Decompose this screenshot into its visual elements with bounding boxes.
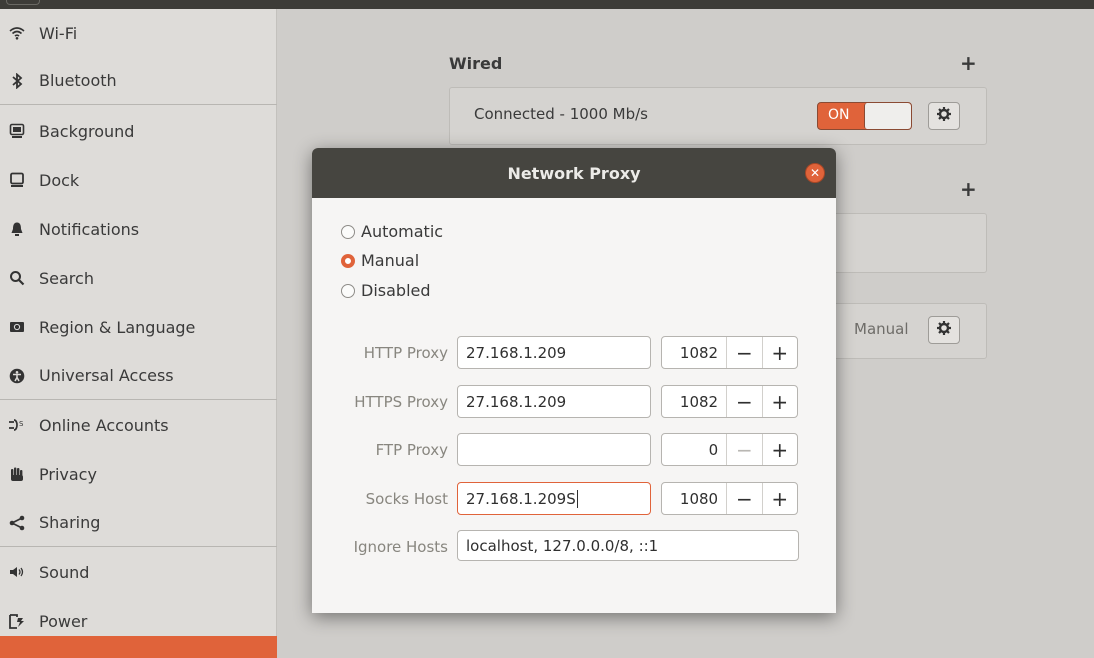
radio-circle: [341, 283, 355, 298]
http-port-stepper[interactable]: 1082 − +: [661, 336, 798, 369]
radio-label: Manual: [361, 251, 420, 270]
power-icon: [6, 611, 28, 631]
search-icon: [6, 268, 28, 288]
window-handle: [6, 0, 40, 5]
sidebar-item-label: Bluetooth: [39, 71, 117, 90]
settings-sidebar: Wi-Fi Bluetooth Background Dock Notifica…: [0, 9, 277, 658]
hand-icon: [6, 464, 28, 484]
flag-icon: [6, 317, 28, 337]
decrement-button[interactable]: −: [726, 434, 761, 465]
wired-toggle[interactable]: ON: [817, 102, 912, 130]
sidebar-item-selected[interactable]: [0, 636, 277, 658]
wired-section-title: Wired: [449, 54, 503, 73]
sidebar-item-label: Sharing: [39, 513, 101, 532]
socks-port-value[interactable]: 1080: [662, 483, 726, 514]
add-vpn-icon[interactable]: +: [960, 177, 977, 201]
close-icon[interactable]: ✕: [805, 163, 825, 183]
svg-text:S: S: [19, 420, 24, 428]
radio-label: Automatic: [361, 222, 444, 241]
sidebar-item-dock[interactable]: Dock: [0, 156, 277, 204]
sidebar-item-label: Search: [39, 268, 94, 288]
sidebar-item-sound[interactable]: Sound: [0, 548, 277, 596]
wired-status: Connected - 1000 Mb/s: [474, 105, 648, 123]
ftp-port-value[interactable]: 0: [662, 434, 726, 465]
https-proxy-label: HTTPS Proxy: [354, 393, 448, 411]
sidebar-item-privacy[interactable]: Privacy: [0, 450, 277, 498]
sidebar-item-label: Online Accounts: [39, 415, 169, 435]
dialog-header: Network Proxy ✕: [312, 148, 836, 198]
sidebar-item-online-accounts[interactable]: S Online Accounts: [0, 401, 277, 449]
decrement-button[interactable]: −: [726, 483, 761, 514]
text-caret: [576, 489, 578, 508]
https-port-value[interactable]: 1082: [662, 386, 726, 417]
network-proxy-dialog: Network Proxy ✕ Automatic Manual Disable…: [312, 148, 836, 613]
sidebar-item-label: Notifications: [39, 219, 140, 239]
ftp-proxy-input[interactable]: [457, 433, 651, 466]
decrement-button[interactable]: −: [726, 386, 761, 417]
socks-host-label: Socks Host: [365, 490, 448, 508]
decrement-button[interactable]: −: [726, 337, 761, 368]
radio-circle-selected: [341, 253, 355, 268]
ignore-hosts-label: Ignore Hosts: [353, 538, 448, 556]
increment-button[interactable]: +: [761, 337, 797, 368]
sidebar-item-background[interactable]: Background: [0, 107, 277, 155]
radio-circle: [341, 224, 355, 239]
online-accounts-icon: S: [6, 415, 28, 435]
increment-button[interactable]: +: [761, 386, 797, 417]
bluetooth-icon: [6, 71, 28, 91]
radio-automatic[interactable]: Automatic: [341, 222, 443, 241]
increment-button[interactable]: +: [761, 434, 797, 465]
share-icon: [6, 513, 28, 533]
wired-settings-button[interactable]: [928, 102, 960, 130]
https-proxy-input[interactable]: 27.168.1.209: [457, 385, 651, 418]
sidebar-item-label: Dock: [39, 170, 80, 190]
speaker-icon: [6, 562, 28, 582]
http-port-value[interactable]: 1082: [662, 337, 726, 368]
sidebar-item-label: Region & Language: [39, 317, 196, 337]
sidebar-item-label: Privacy: [39, 464, 97, 484]
gear-icon: [936, 106, 952, 126]
sidebar-item-region[interactable]: Region & Language: [0, 303, 277, 351]
background-icon: [6, 121, 28, 141]
https-port-stepper[interactable]: 1082 − +: [661, 385, 798, 418]
toggle-on-label: ON: [828, 107, 850, 123]
sidebar-item-universal-access[interactable]: Universal Access: [0, 352, 277, 400]
bell-icon: [6, 219, 28, 239]
sidebar-item-notifications[interactable]: Notifications: [0, 205, 277, 253]
dialog-title: Network Proxy: [507, 163, 641, 183]
radio-label: Disabled: [361, 281, 431, 300]
sidebar-item-label: Universal Access: [39, 366, 174, 385]
socks-host-input[interactable]: 27.168.1.209S: [457, 482, 651, 515]
http-proxy-input[interactable]: 27.168.1.209: [457, 336, 651, 369]
socks-port-stepper[interactable]: 1080 − +: [661, 482, 798, 515]
wired-connection-card: Connected - 1000 Mb/s ON: [449, 87, 987, 145]
sidebar-item-label: Background: [39, 121, 135, 141]
sidebar-item-wifi[interactable]: Wi-Fi: [0, 9, 277, 57]
ftp-proxy-label: FTP Proxy: [375, 441, 448, 459]
increment-button[interactable]: +: [761, 483, 797, 514]
add-wired-icon[interactable]: +: [960, 51, 977, 75]
sidebar-item-bluetooth[interactable]: Bluetooth: [0, 57, 277, 105]
accessibility-icon: [6, 366, 28, 386]
http-proxy-label: HTTP Proxy: [363, 344, 448, 362]
sidebar-item-label: Power: [39, 611, 88, 631]
gear-icon: [936, 320, 952, 340]
sidebar-item-search[interactable]: Search: [0, 254, 277, 302]
toggle-thumb: [864, 103, 911, 129]
sidebar-item-label: Sound: [39, 562, 90, 582]
ignore-hosts-input[interactable]: localhost, 127.0.0.0/8, ::1: [457, 530, 799, 561]
sidebar-item-label: Wi-Fi: [39, 23, 78, 43]
socks-host-value: 27.168.1.209S: [466, 489, 576, 508]
wifi-icon: [6, 23, 28, 43]
radio-manual[interactable]: Manual: [341, 251, 419, 270]
proxy-mode-value: Manual: [854, 320, 909, 338]
ftp-port-stepper[interactable]: 0 − +: [661, 433, 798, 466]
dock-icon: [6, 170, 28, 190]
radio-disabled[interactable]: Disabled: [341, 281, 431, 300]
top-bar: [0, 0, 1094, 9]
proxy-settings-button[interactable]: [928, 316, 960, 344]
sidebar-item-sharing[interactable]: Sharing: [0, 499, 277, 547]
